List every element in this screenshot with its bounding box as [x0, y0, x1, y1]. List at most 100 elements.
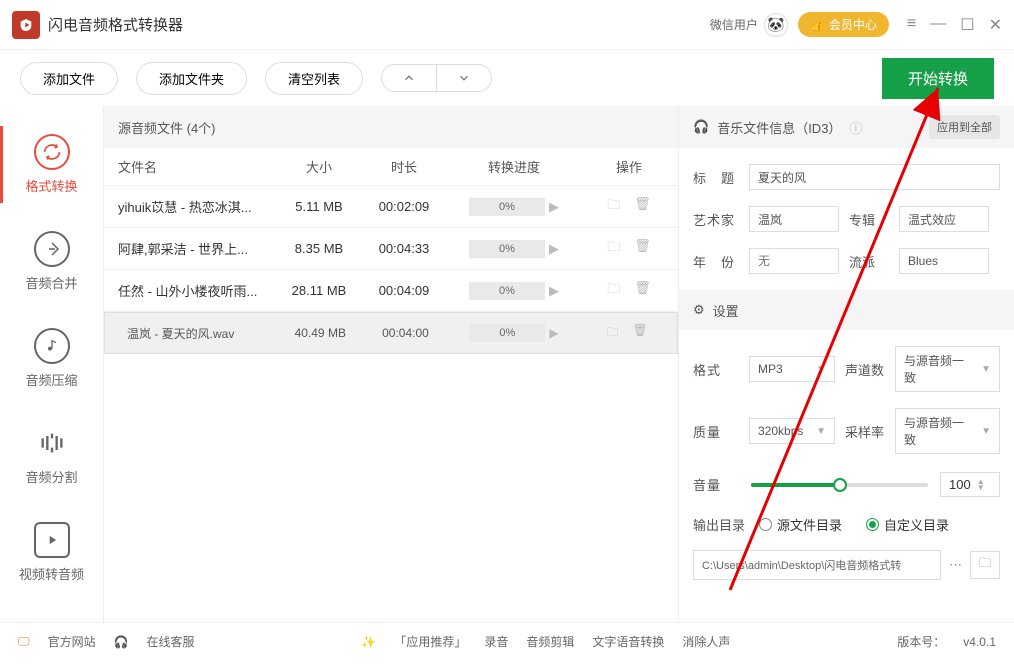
progress-value: 0%: [469, 324, 545, 342]
title-input[interactable]: [749, 164, 1000, 190]
support-icon: 🎧: [114, 635, 129, 649]
quality-label: 质量: [693, 422, 739, 441]
sidebar-label: 格式转换: [25, 176, 77, 195]
table-row[interactable]: 任然 - 山外小楼夜听雨... 28.11 MB 00:04:09 0%▶ 🗀🗑: [104, 270, 678, 312]
audio-clip-link[interactable]: 音频剪辑: [526, 633, 574, 650]
menu-button[interactable]: ≡: [907, 15, 916, 35]
channels-label: 声道数: [845, 360, 885, 379]
file-name: yihuik苡慧 - 热恋冰淇...: [104, 197, 274, 216]
vip-center-button[interactable]: 👍 会员中心: [798, 12, 889, 37]
sidebar-item-format-convert[interactable]: 格式转换: [0, 116, 103, 213]
video-audio-icon: [34, 522, 70, 558]
sidebar-item-audio-merge[interactable]: 音频合并: [0, 213, 103, 310]
settings-header: 设置: [713, 301, 739, 320]
version-value: v4.0.1: [963, 635, 996, 649]
progress-value: 0%: [469, 198, 545, 216]
thumb-icon: 👍: [810, 18, 825, 32]
file-size: 5.11 MB: [274, 199, 364, 214]
sidebar-item-audio-split[interactable]: 音频分割: [0, 407, 103, 504]
file-size: 28.11 MB: [274, 283, 364, 298]
artist-label: 艺术家: [693, 210, 739, 229]
headphone-icon: 🎧: [693, 119, 709, 135]
volume-slider[interactable]: [751, 483, 928, 487]
table-row[interactable]: 阿肆,郭采洁 - 世界上... 8.35 MB 00:04:33 0%▶ 🗀🗑: [104, 228, 678, 270]
wechat-user-label: 微信用户: [710, 16, 758, 33]
output-path-input[interactable]: C:\Users\admin\Desktop\闪电音频格式转: [693, 550, 941, 580]
play-icon[interactable]: ▶: [549, 326, 558, 340]
app-title: 闪电音频格式转换器: [48, 14, 183, 35]
volume-value-input[interactable]: 100▲▼: [940, 472, 1000, 497]
delete-icon[interactable]: 🗑: [634, 196, 651, 218]
delete-icon[interactable]: 🗑: [632, 323, 647, 344]
progress-value: 0%: [469, 240, 545, 258]
chevron-down-icon: ▼: [816, 426, 826, 437]
artist-input[interactable]: [749, 206, 839, 232]
split-icon: [34, 425, 70, 461]
file-name: 温岚 - 夏天的风.wav: [113, 325, 272, 342]
delete-icon[interactable]: 🗑: [634, 280, 651, 302]
radio-custom-dir[interactable]: 自定义目录: [866, 515, 949, 534]
vip-label: 会员中心: [829, 16, 877, 33]
add-file-button[interactable]: 添加文件: [20, 62, 118, 95]
year-input[interactable]: [749, 248, 839, 274]
maximize-button[interactable]: ☐: [960, 15, 974, 35]
sample-label: 采样率: [845, 422, 885, 441]
folder-icon[interactable]: 🗀: [607, 196, 620, 218]
add-folder-button[interactable]: 添加文件夹: [136, 62, 247, 95]
clear-list-button[interactable]: 清空列表: [265, 62, 363, 95]
minimize-button[interactable]: —: [930, 15, 946, 35]
col-size: 大小: [274, 157, 364, 176]
album-input[interactable]: [899, 206, 989, 232]
app-logo: [12, 11, 40, 39]
tts-link[interactable]: 文字语音转换: [592, 633, 664, 650]
radio-source-dir[interactable]: 源文件目录: [759, 515, 842, 534]
progress-value: 0%: [469, 282, 545, 300]
delete-icon[interactable]: 🗑: [634, 238, 651, 260]
info-header: 音乐文件信息（ID3）: [717, 118, 841, 137]
info-icon: ⓘ: [849, 118, 862, 137]
apply-all-button[interactable]: 应用到全部: [929, 115, 1000, 139]
recommend-icon: ✨: [361, 635, 376, 649]
play-icon[interactable]: ▶: [549, 199, 559, 215]
genre-label: 流派: [849, 252, 889, 271]
slider-thumb[interactable]: [833, 478, 847, 492]
move-down-button[interactable]: [436, 65, 491, 91]
folder-icon[interactable]: 🗀: [606, 323, 618, 344]
file-size: 40.49 MB: [278, 326, 362, 340]
channels-select[interactable]: 与源音频一致▼: [895, 346, 1000, 392]
genre-input[interactable]: [899, 248, 989, 274]
play-icon[interactable]: ▶: [549, 283, 559, 299]
album-label: 专辑: [849, 210, 889, 229]
record-link[interactable]: 录音: [484, 633, 508, 650]
stepper-icon[interactable]: ▲▼: [977, 479, 985, 491]
folder-icon[interactable]: 🗀: [607, 238, 620, 260]
table-row[interactable]: yihuik苡慧 - 热恋冰淇... 5.11 MB 00:02:09 0%▶ …: [104, 186, 678, 228]
wechat-user[interactable]: 微信用户 🐼: [710, 13, 788, 37]
sidebar-label: 音频合并: [25, 273, 77, 292]
avatar: 🐼: [764, 13, 788, 37]
title-label: 标 题: [693, 168, 739, 187]
app-recommend-link[interactable]: 「应用推荐」: [394, 633, 466, 650]
format-label: 格式: [693, 360, 739, 379]
volume-label: 音量: [693, 475, 739, 494]
start-convert-button[interactable]: 开始转换: [882, 58, 994, 99]
sidebar-item-video-to-audio[interactable]: 视频转音频: [0, 504, 103, 601]
file-duration: 00:04:09: [364, 283, 444, 298]
sidebar-item-audio-compress[interactable]: 音频压缩: [0, 310, 103, 407]
table-row[interactable]: 温岚 - 夏天的风.wav 40.49 MB 00:04:00 0%▶ 🗀🗑: [104, 312, 678, 354]
sidebar-label: 音频压缩: [25, 370, 77, 389]
vocal-remove-link[interactable]: 消除人声: [682, 633, 730, 650]
quality-select[interactable]: 320kbps▼: [749, 418, 835, 444]
move-up-button[interactable]: [382, 65, 436, 91]
official-site-link[interactable]: 官方网站: [48, 633, 96, 650]
path-more-button[interactable]: ⋯: [949, 557, 962, 573]
col-progress: 转换进度: [444, 157, 584, 176]
col-duration: 时长: [364, 157, 444, 176]
support-link[interactable]: 在线客服: [147, 633, 195, 650]
sample-select[interactable]: 与源音频一致▼: [895, 408, 1000, 454]
format-select[interactable]: MP3▼: [749, 356, 835, 382]
folder-icon[interactable]: 🗀: [607, 280, 620, 302]
close-button[interactable]: ✕: [989, 15, 1002, 35]
play-icon[interactable]: ▶: [549, 241, 559, 257]
browse-folder-button[interactable]: 🗀: [970, 551, 1000, 579]
